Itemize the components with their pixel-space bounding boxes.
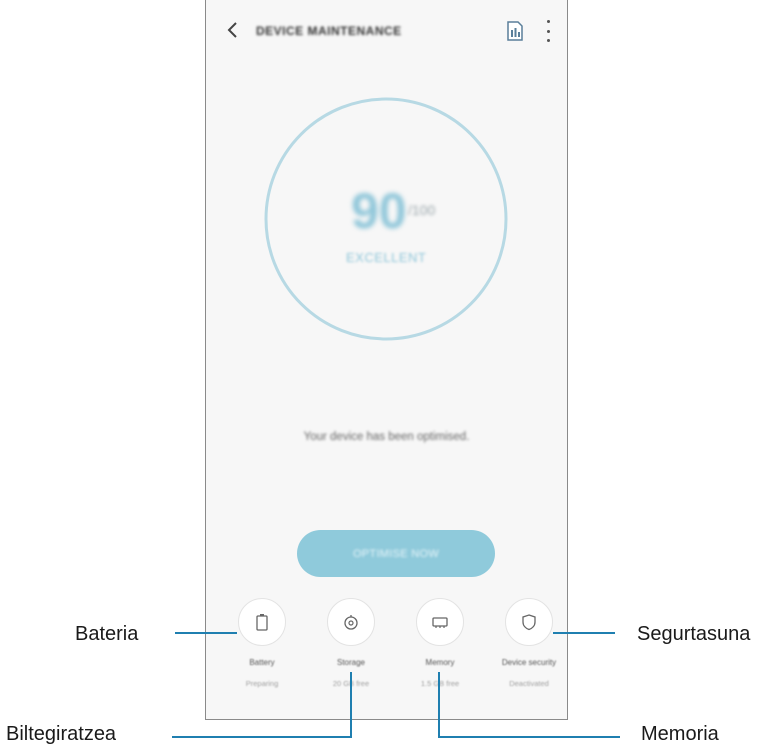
optimised-message: Your device has been optimised.	[303, 431, 470, 443]
memory-tile-status: 1.5 GB free	[420, 679, 460, 688]
leader-line-storage-vertical	[350, 672, 352, 738]
storage-icon	[327, 598, 375, 646]
score-max: /100	[408, 202, 436, 218]
score-value: 90	[351, 183, 407, 239]
callout-security: Segurtasuna	[637, 623, 751, 645]
security-tile-status: Deactivated	[509, 679, 549, 688]
optimise-now-label: OPTIMISE NOW	[352, 547, 440, 560]
report-icon[interactable]	[506, 21, 524, 41]
more-options-icon[interactable]	[544, 20, 552, 42]
leader-line-memory-vertical	[438, 672, 440, 738]
leader-line-battery	[175, 632, 237, 634]
memory-tile[interactable]: Memory 1.5 GB free	[410, 598, 470, 708]
device-maintenance-screen: DEVICE MAINTENANCE 90 /100 EXCELLENT You…	[205, 0, 568, 720]
status-label: EXCELLENT	[346, 250, 427, 265]
security-tile[interactable]: Device security Deactivated	[499, 598, 559, 708]
battery-tile-name: Battery	[249, 658, 275, 667]
battery-icon	[238, 598, 286, 646]
page-title: DEVICE MAINTENANCE	[256, 24, 402, 38]
leader-line-security	[553, 632, 615, 634]
callout-battery: Bateria	[75, 623, 139, 645]
callout-storage: Biltegiratzea	[6, 723, 117, 745]
security-tile-name: Device security	[501, 658, 557, 667]
battery-tile-status: Preparing	[245, 679, 279, 688]
back-arrow-icon[interactable]	[222, 19, 244, 41]
leader-line-storage-horizontal	[172, 736, 352, 738]
shield-icon	[505, 598, 553, 646]
memory-icon	[416, 598, 464, 646]
callout-memory: Memoria	[641, 723, 719, 745]
leader-line-memory-horizontal	[438, 736, 620, 738]
memory-tile-name: Memory	[425, 658, 455, 667]
app-bar: DEVICE MAINTENANCE	[206, 0, 567, 62]
optimise-now-button[interactable]: OPTIMISE NOW	[297, 530, 495, 577]
battery-tile[interactable]: Battery Preparing	[232, 598, 292, 708]
storage-tile-name: Storage	[336, 658, 366, 667]
